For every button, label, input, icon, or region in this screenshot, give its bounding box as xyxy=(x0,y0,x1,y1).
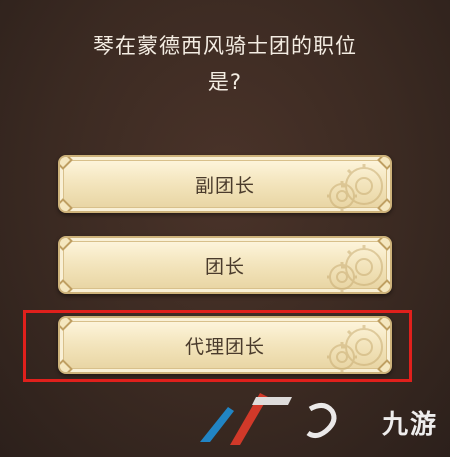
watermark-text: 九游 xyxy=(381,410,438,440)
answer-option-2[interactable]: 团长 xyxy=(58,236,392,294)
question-line-1: 琴在蒙德西风骑士团的职位 xyxy=(93,34,357,58)
answer-option-1[interactable]: 副团长 xyxy=(58,155,392,213)
question-text: 琴在蒙德西风骑士团的职位 是? xyxy=(40,28,410,100)
question-line-2: 是? xyxy=(207,70,243,94)
answer-option-label: 团长 xyxy=(204,255,245,278)
answer-option-label: 副团长 xyxy=(194,174,255,197)
answer-option-label: 代理团长 xyxy=(184,335,265,358)
quiz-screen: 琴在蒙德西风骑士团的职位 是? 副团长 团长 代理团长 九游 xyxy=(0,0,450,457)
answer-option-3[interactable]: 代理团长 xyxy=(58,316,392,374)
